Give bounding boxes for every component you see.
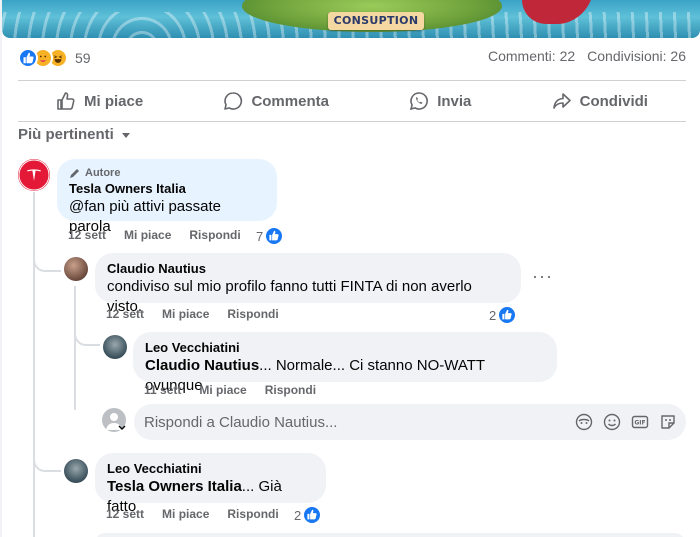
comment-reply-link[interactable]: Rispondi	[227, 307, 278, 321]
pencil-icon	[70, 169, 79, 178]
comment-actions: 12 sett Mi piace Rispondi	[106, 507, 279, 521]
comment-like-count[interactable]: 2	[294, 506, 322, 524]
gif-icon[interactable]: GIF	[630, 412, 650, 432]
thread-elbow	[33, 252, 61, 272]
emoji-icon[interactable]	[602, 412, 622, 432]
send-button[interactable]: Invia	[371, 85, 509, 117]
comment-icon	[224, 92, 243, 110]
comment-like-count[interactable]: 2	[489, 306, 517, 324]
share-icon	[552, 93, 571, 109]
thread-line-main	[33, 192, 35, 537]
svg-text:GIF: GIF	[634, 420, 645, 427]
sort-comments-dropdown[interactable]: Più pertinenti	[18, 126, 132, 143]
whatsapp-icon	[410, 92, 429, 111]
divider-top	[18, 80, 686, 81]
comment-bubble: Claudio Nautius condiviso sul mio profil…	[95, 253, 521, 315]
divider-bottom	[18, 121, 686, 122]
mention-link[interactable]: Tesla Owners Italia	[107, 478, 242, 495]
comment-time[interactable]: 12 sett	[68, 228, 106, 242]
post-stats: Commenti: 22 Condivisioni: 26	[488, 48, 686, 64]
comment-like-link[interactable]: Mi piace	[199, 383, 246, 397]
comment-author[interactable]: Leo Vecchiatini	[145, 340, 545, 356]
comment-actions: 11 sett Mi piace Rispondi	[144, 383, 316, 397]
thread-line-reply	[74, 286, 76, 410]
reaction-summary[interactable]: 59	[18, 48, 91, 68]
comment-time[interactable]: 12 sett	[106, 507, 144, 521]
image-caption: CONSUPTION	[333, 14, 419, 27]
action-bar: Mi piace Commenta Invia Condividi	[18, 82, 686, 120]
shares-count-link[interactable]: Condivisioni: 26	[587, 48, 686, 64]
like-count: 2	[294, 507, 302, 523]
comment-actions: 12 sett Mi piace Rispondi	[68, 228, 241, 242]
like-icon	[265, 227, 284, 245]
sticker-icon[interactable]	[658, 412, 678, 432]
more-options-button[interactable]: ···	[532, 266, 553, 287]
comment-like-count[interactable]: 7	[256, 227, 284, 245]
avatar[interactable]	[64, 459, 88, 483]
thread-elbow	[74, 326, 100, 346]
like-count: 2	[489, 307, 497, 323]
sort-label: Più pertinenti	[18, 126, 114, 143]
reply-placeholder: Rispondi a Claudio Nautius...	[144, 413, 338, 431]
avatar[interactable]	[103, 335, 127, 359]
thread-elbow	[33, 452, 61, 472]
reply-input[interactable]: Rispondi a Claudio Nautius... GIF	[134, 404, 686, 440]
chevron-down-icon[interactable]	[118, 424, 126, 432]
mention-link[interactable]: Claudio Nautius	[145, 357, 259, 374]
comment-bubble: Leo Vecchiatini Tesla Owners Italia... G…	[95, 453, 326, 515]
reaction-count: 59	[75, 50, 91, 66]
like-icon	[303, 506, 322, 524]
post-image[interactable]: CONSUPTION	[2, 0, 700, 38]
comment-reply-link[interactable]: Rispondi	[265, 383, 316, 397]
avatar[interactable]	[18, 159, 50, 191]
comment-author[interactable]: Tesla Owners Italia	[69, 181, 265, 197]
caret-down-icon	[121, 132, 130, 138]
next-comment-bubble	[95, 533, 685, 537]
comment-author[interactable]: Claudio Nautius	[107, 261, 509, 277]
like-icon	[18, 48, 38, 68]
comment-time[interactable]: 12 sett	[106, 307, 144, 321]
comments-count-link[interactable]: Commenti: 22	[488, 48, 575, 64]
comment-actions: 12 sett Mi piace Rispondi	[106, 307, 279, 321]
comment-bubble: Autore Tesla Owners Italia @fan più atti…	[57, 159, 277, 235]
comment-reply-link[interactable]: Rispondi	[227, 507, 278, 521]
like-button[interactable]: Mi piace	[18, 85, 181, 117]
share-button[interactable]: Condividi	[514, 85, 686, 117]
author-badge-label: Autore	[85, 167, 121, 179]
comment-like-link[interactable]: Mi piace	[162, 507, 209, 521]
like-label: Mi piace	[84, 92, 144, 110]
share-label: Condividi	[579, 92, 648, 110]
thumbs-up-icon	[57, 92, 75, 110]
comment-like-link[interactable]: Mi piace	[124, 228, 171, 242]
comment-author[interactable]: Leo Vecchiatini	[107, 461, 314, 477]
avatar[interactable]	[64, 257, 88, 281]
comment-bubble: Leo Vecchiatini Claudio Nautius... Norma…	[133, 332, 557, 394]
tesla-logo-icon	[18, 159, 50, 191]
comment-like-link[interactable]: Mi piace	[162, 307, 209, 321]
comment-time[interactable]: 11 sett	[144, 383, 181, 397]
like-count: 7	[256, 228, 264, 244]
avatar-sticker-icon[interactable]	[574, 412, 594, 432]
comment-button[interactable]: Commenta	[185, 85, 367, 117]
like-icon	[498, 306, 517, 324]
comment-reply-link[interactable]: Rispondi	[189, 228, 240, 242]
reply-tools: GIF	[574, 412, 678, 432]
comment-label: Commenta	[251, 92, 329, 110]
send-label: Invia	[437, 92, 472, 110]
author-badge: Autore	[69, 167, 265, 179]
